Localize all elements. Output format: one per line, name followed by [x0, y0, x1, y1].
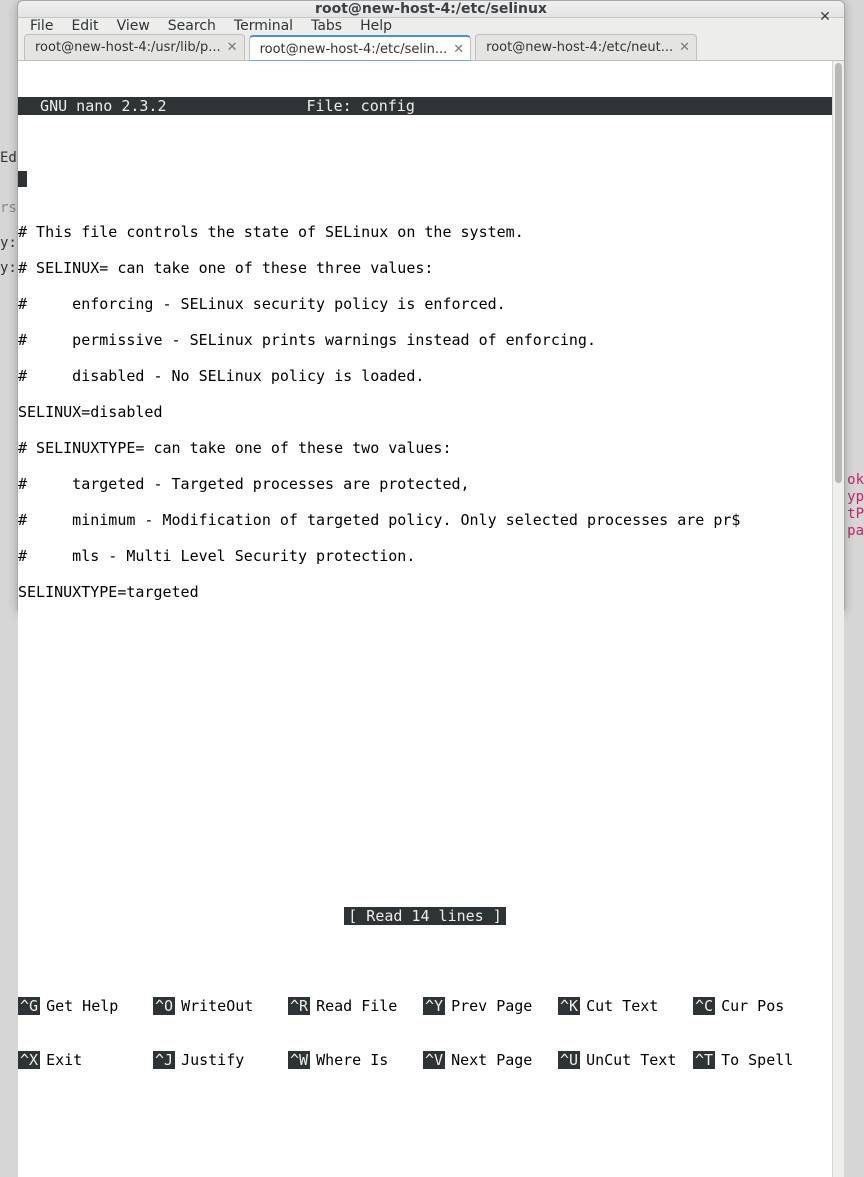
shortcut-writeout: ^OWriteOut: [153, 997, 288, 1015]
shortcut-key: ^R: [288, 997, 310, 1015]
close-icon[interactable]: ✕: [816, 9, 834, 27]
shortcut-key: ^U: [558, 1051, 580, 1069]
file-line: SELINUXTYPE=targeted: [18, 583, 832, 601]
terminal-window: root@new-host-4:/etc/selinux ✕ File Edit…: [17, 0, 845, 610]
tab-label: root@new-host-4:/etc/selin...: [260, 42, 448, 57]
shortcut-to-spell: ^TTo Spell: [693, 1051, 793, 1069]
shortcut-label: To Spell: [715, 1051, 793, 1069]
bg-text: tP: [847, 506, 864, 522]
shortcut-next-page: ^VNext Page: [423, 1051, 558, 1069]
shortcut-label: Cur Pos: [715, 997, 784, 1015]
file-line: # minimum - Modification of targeted pol…: [18, 511, 832, 529]
file-line: # SELINUX= can take one of these three v…: [18, 259, 832, 277]
file-line: # enforcing - SELinux security policy is…: [18, 295, 832, 313]
file-line: # mls - Multi Level Security protection.: [18, 547, 832, 565]
blank-line: [18, 799, 832, 817]
bg-text: y:: [0, 260, 17, 276]
shortcut-key: ^X: [18, 1051, 40, 1069]
close-icon[interactable]: ✕: [453, 42, 464, 57]
bg-text: Ed: [0, 150, 17, 166]
shortcut-key: ^T: [693, 1051, 715, 1069]
shortcut-label: UnCut Text: [580, 1051, 676, 1069]
file-line: # targeted - Targeted processes are prot…: [18, 475, 832, 493]
shortcut-cur-pos: ^CCur Pos: [693, 997, 784, 1015]
shortcut-label: Next Page: [445, 1051, 532, 1069]
shortcut-uncut-text: ^UUnCut Text: [558, 1051, 693, 1069]
terminal-area: GNU nano 2.3.2 File: config # This file …: [18, 61, 844, 1177]
shortcut-row: ^GGet Help ^OWriteOut ^RRead File ^YPrev…: [18, 997, 832, 1015]
shortcut-read-file: ^RRead File: [288, 997, 423, 1015]
nano-shortcuts: ^GGet Help ^OWriteOut ^RRead File ^YPrev…: [18, 961, 832, 1105]
close-icon[interactable]: ✕: [679, 40, 690, 55]
menu-view[interactable]: View: [117, 18, 150, 34]
tab-selinux[interactable]: root@new-host-4:/etc/selin... ✕: [249, 35, 472, 61]
shortcut-label: Read File: [310, 997, 397, 1015]
shortcut-label: Justify: [175, 1051, 244, 1069]
menu-edit[interactable]: Edit: [71, 18, 98, 34]
nano-status-line: [ Read 14 lines ]: [18, 907, 832, 925]
nano-file-label: File: config: [167, 97, 833, 115]
shortcut-key: ^C: [693, 997, 715, 1015]
scrollbar[interactable]: [832, 61, 844, 1177]
menu-tabs[interactable]: Tabs: [311, 18, 342, 34]
nano-app-name: GNU nano 2.3.2: [18, 97, 167, 115]
shortcut-justify: ^JJustify: [153, 1051, 288, 1069]
shortcut-key: ^W: [288, 1051, 310, 1069]
file-line: SELINUX=disabled: [18, 403, 832, 421]
bg-text: yp: [847, 489, 864, 505]
blank-line: [18, 727, 832, 745]
blank-line: [18, 763, 832, 781]
nano-header: GNU nano 2.3.2 File: config: [18, 97, 832, 115]
bg-text: y:: [0, 235, 17, 251]
menu-terminal[interactable]: Terminal: [234, 18, 293, 34]
bg-text: ok: [847, 472, 864, 488]
nano-status: [ Read 14 lines ]: [344, 907, 506, 925]
file-line: # SELINUXTYPE= can take one of these two…: [18, 439, 832, 457]
window-title: root@new-host-4:/etc/selinux: [315, 1, 547, 17]
tab-label: root@new-host-4:/etc/neut...: [486, 40, 673, 55]
shortcut-cut-text: ^KCut Text: [558, 997, 693, 1015]
shortcut-label: Cut Text: [580, 997, 658, 1015]
blank-line: [18, 871, 832, 889]
blank-line: [18, 835, 832, 853]
shortcut-key: ^K: [558, 997, 580, 1015]
blank-line: [18, 619, 832, 637]
shortcut-key: ^G: [18, 997, 40, 1015]
menubar: File Edit View Search Terminal Tabs Help: [18, 18, 844, 34]
tab-label: root@new-host-4:/usr/lib/p...: [35, 40, 221, 55]
blank-line: [18, 691, 832, 709]
shortcut-key: ^J: [153, 1051, 175, 1069]
bg-text: pa: [847, 523, 864, 539]
shortcut-prev-page: ^YPrev Page: [423, 997, 558, 1015]
file-line: # disabled - No SELinux policy is loaded…: [18, 367, 832, 385]
shortcut-key: ^Y: [423, 997, 445, 1015]
shortcut-key: ^O: [153, 997, 175, 1015]
terminal[interactable]: GNU nano 2.3.2 File: config # This file …: [18, 61, 832, 1177]
shortcut-key: ^V: [423, 1051, 445, 1069]
shortcut-where-is: ^WWhere Is: [288, 1051, 423, 1069]
cursor-icon: [18, 171, 27, 187]
file-line: # This file controls the state of SELinu…: [18, 223, 832, 241]
cursor-line: [18, 169, 832, 187]
tabbar: root@new-host-4:/usr/lib/p... ✕ root@new…: [18, 34, 844, 61]
shortcut-label: Exit: [40, 1051, 82, 1069]
shortcut-label: Get Help: [40, 997, 118, 1015]
shortcut-get-help: ^GGet Help: [18, 997, 153, 1015]
menu-file[interactable]: File: [30, 18, 53, 34]
shortcut-row: ^XExit ^JJustify ^WWhere Is ^VNext Page …: [18, 1051, 832, 1069]
tab-usr-lib[interactable]: root@new-host-4:/usr/lib/p... ✕: [24, 34, 245, 60]
close-icon[interactable]: ✕: [227, 40, 238, 55]
nano-body: # This file controls the state of SELinu…: [18, 151, 832, 1141]
shortcut-exit: ^XExit: [18, 1051, 153, 1069]
tab-neutron[interactable]: root@new-host-4:/etc/neut... ✕: [475, 34, 697, 60]
titlebar[interactable]: root@new-host-4:/etc/selinux ✕: [18, 1, 844, 18]
file-line: # permissive - SELinux prints warnings i…: [18, 331, 832, 349]
shortcut-label: Where Is: [310, 1051, 388, 1069]
shortcut-label: WriteOut: [175, 997, 253, 1015]
scrollbar-thumb[interactable]: [835, 63, 842, 483]
menu-help[interactable]: Help: [360, 18, 392, 34]
shortcut-label: Prev Page: [445, 997, 532, 1015]
menu-search[interactable]: Search: [168, 18, 216, 34]
